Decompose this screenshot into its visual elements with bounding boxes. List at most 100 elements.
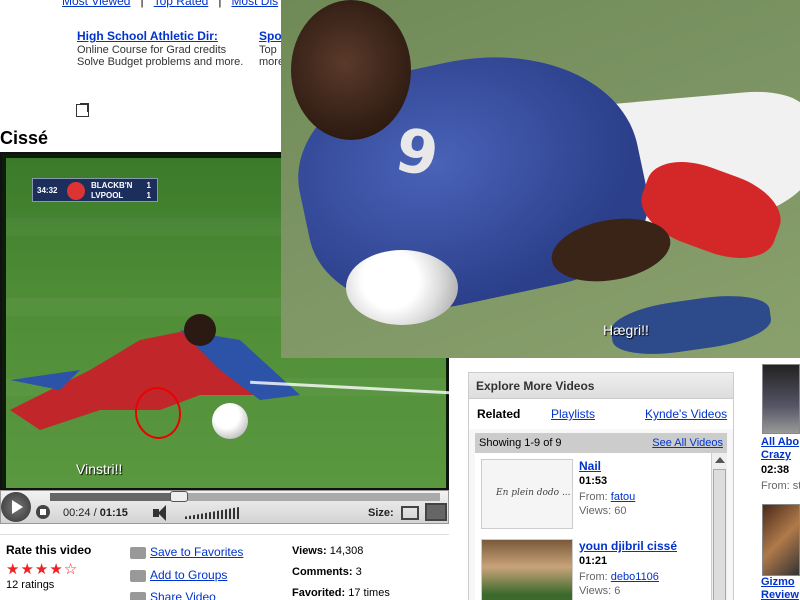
star-filled-icon[interactable]: ★ [49,561,63,578]
tab-related[interactable]: Related [477,407,520,421]
list-item[interactable]: youn djibril cissé 01:21 From: debo1106 … [479,535,709,600]
share-video[interactable]: Share Video [130,590,216,600]
star-filled-icon[interactable]: ★ [6,561,20,578]
video-duration: 01:53 [579,475,608,487]
views-value: 6 [614,585,621,597]
views-label: Views: [292,545,327,557]
list-header: Showing 1-9 of 9 See All Videos [475,433,727,453]
save-to-favorites[interactable]: Save to Favorites [130,545,243,559]
match-clock: 34:32 [37,186,58,195]
explore-tabs: Related Playlists Kynde's Videos [469,399,733,429]
nav-most-discussed[interactable]: Most Dis [231,0,278,8]
ad-title[interactable]: High School Athletic Dir: [77,30,252,42]
crest-icon [67,182,85,200]
rating-stars[interactable]: ★★★★☆ [6,560,78,578]
video-link[interactable]: Gizmo Review [761,576,799,600]
photo-head [291,0,411,140]
time-display: 00:24 / 01:15 [63,507,128,519]
fullscreen-button[interactable] [425,503,447,521]
video-duration: 01:21 [579,555,608,567]
results-count: Showing 1-9 of 9 [479,437,562,449]
views-label: Views: [579,585,612,597]
video-link[interactable]: Nail [579,459,601,473]
title-line[interactable]: Gizmo [761,576,795,588]
explore-heading: Explore More Videos [469,373,733,399]
video-link[interactable]: youn djibril cissé [579,539,677,553]
normal-size-button[interactable] [401,506,419,520]
player-controls: 00:24 / 01:15 Size: [0,490,449,524]
video-thumbnail[interactable] [762,504,800,576]
uploader-link[interactable]: fatou [611,491,635,503]
mail-icon [130,591,146,600]
size-label: Size: [368,507,394,519]
ball [212,403,248,439]
nav-top-rated[interactable]: Top Rated [154,0,209,8]
video-caption: Vinstri!! [76,461,123,477]
play-button[interactable] [1,492,31,522]
sponsored-ad: High School Athletic Dir: Online Course … [77,30,252,68]
star-filled-icon[interactable]: ★ [20,561,34,578]
title-line[interactable]: Review [761,589,799,600]
tab-playlists[interactable]: Playlists [551,407,595,421]
team-1: BLACKB'N [91,181,133,190]
external-link-icon[interactable] [76,103,89,117]
video-views: Views: 6 [579,585,620,597]
see-all-link[interactable]: See All Videos [652,437,723,449]
nav-most-viewed[interactable]: Most Viewed [62,0,130,8]
from-label: From: [579,491,608,503]
photo-caption: Hægri!! [603,322,649,338]
star-filled-icon[interactable]: ★ [35,561,49,578]
sponsored-ad-2: Spo Top more [259,30,283,68]
stop-button[interactable] [36,505,50,519]
photo-ball [346,250,458,325]
progress-bar[interactable] [50,491,440,502]
video-thumbnail[interactable]: En plein dodo ... [481,459,573,529]
title-line[interactable]: Crazy [761,449,791,461]
time-total: 01:15 [99,507,128,519]
comments-label: Comments: [292,566,353,578]
save-to-favorites-label[interactable]: Save to Favorites [150,545,243,559]
uploader-link[interactable]: debo1106 [611,571,659,583]
ad-body: Top more [259,44,283,68]
list-scrollbar[interactable] [711,453,727,600]
from-label: From: [579,571,608,583]
nav-separator: | [140,0,144,8]
title-line[interactable]: All Abo [761,436,799,448]
video-views: Views: 60 [579,505,627,517]
scroll-thumb[interactable] [713,469,726,600]
star-empty-icon[interactable]: ☆ [64,561,78,578]
ratings-count: 12 ratings [6,579,55,591]
views-stat: Views: 14,308 [292,545,363,557]
progress-knob[interactable] [169,491,188,502]
group-icon [130,569,146,582]
volume-slider[interactable] [185,507,239,519]
scroll-up-icon[interactable] [715,457,725,463]
views-label: Views: [579,505,612,517]
favorited-label: Favorited: [292,587,346,599]
share-video-label[interactable]: Share Video [150,590,216,600]
video-thumbnail[interactable] [481,539,573,600]
team-2: LVPOOL [91,191,124,200]
comments-value: 3 [355,566,362,578]
folder-icon [130,546,146,559]
ad-body: Online Course for Grad credits Solve Bud… [77,44,244,68]
volume-icon[interactable] [153,505,177,521]
scorebug: 34:32 BLACKB'N LVPOOL 1 1 [32,178,158,202]
explore-more-videos: Explore More Videos Related Playlists Ky… [468,372,734,600]
ad-title[interactable]: Spo [259,30,283,42]
video-duration: 02:38 [761,464,790,476]
add-to-groups-label[interactable]: Add to Groups [150,568,227,582]
video-link[interactable]: All Abo Crazy [761,436,799,462]
progress-fill [50,493,179,501]
video-title: Cissé [0,128,49,148]
video-thumbnail[interactable] [762,364,800,434]
views-value: 60 [614,505,627,517]
favorited-value: 17 times [348,587,390,599]
score-2: 1 [146,191,151,200]
thumbnail-text: En plein dodo ... [496,488,571,498]
tab-user-videos[interactable]: Kynde's Videos [645,407,727,421]
list-item[interactable]: En plein dodo ... Nail 01:53 From: fatou… [479,455,709,533]
top-nav: Most Viewed | Top Rated | Most Dis [62,0,278,8]
add-to-groups[interactable]: Add to Groups [130,568,227,582]
video-from: From: debo1106 [579,571,659,583]
